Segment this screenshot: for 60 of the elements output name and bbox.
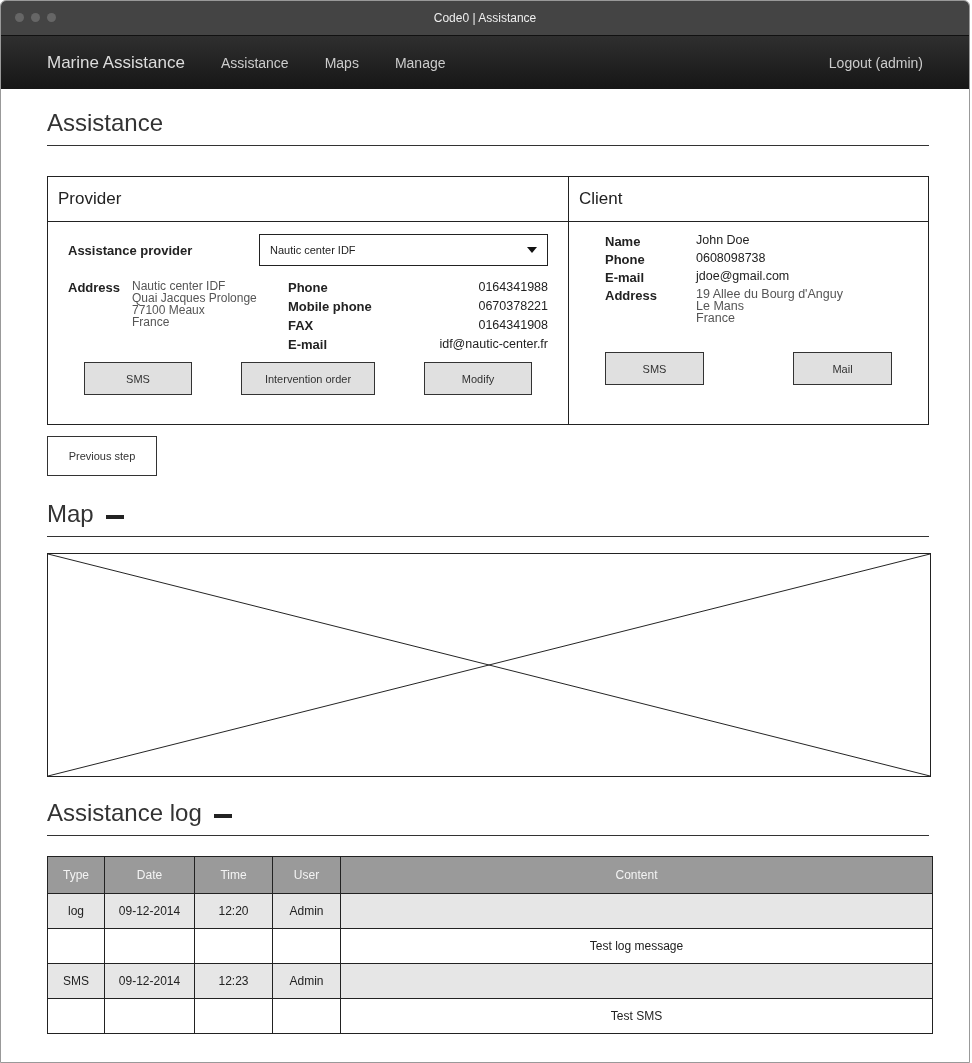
- nav-link[interactable]: Assistance: [220, 54, 289, 71]
- field-label: Phone: [288, 280, 329, 295]
- table-cell: 12:20: [194, 893, 273, 929]
- field-value: 19 Allee du Bourg d'Anguy: [696, 288, 844, 300]
- column-header: Date: [104, 856, 195, 894]
- previous-step-button[interactable]: Previous step: [47, 436, 157, 476]
- table-cell: 09-12-2014: [104, 963, 195, 999]
- table-cell: Test SMS: [340, 998, 933, 1034]
- column-header: Content: [340, 856, 933, 894]
- field-label: E-mail: [605, 270, 645, 285]
- table-cell: 09-12-2014: [104, 893, 195, 929]
- logout-link[interactable]: Logout (admin): [828, 54, 923, 71]
- collapse-icon[interactable]: [213, 814, 232, 818]
- field-value: John Doe: [696, 234, 751, 246]
- field-value: jdoe@gmail.com: [696, 270, 791, 282]
- page-title: Assistance: [47, 109, 164, 137]
- column-header: Type: [47, 856, 105, 894]
- column-header: Time: [194, 856, 273, 894]
- panel-title: Provider: [58, 189, 122, 209]
- field-value: 0164341988: [477, 280, 548, 295]
- field-value: idf@nautic-center.fr: [438, 337, 548, 352]
- field-value: 0164341908: [477, 318, 548, 333]
- address-line: France: [132, 316, 171, 328]
- table-cell: Test log message: [340, 928, 933, 964]
- provider-dropdown[interactable]: Nautic center IDF: [259, 234, 548, 266]
- field-value: Le Mans: [696, 300, 745, 312]
- field-label: Address: [68, 280, 121, 297]
- window-title: Code0 | Assistance: [433, 11, 537, 25]
- table-cell: Admin: [272, 893, 341, 929]
- table-cell: 12:23: [194, 963, 273, 999]
- field-value: 0608098738: [696, 252, 767, 264]
- field-label: FAX: [288, 318, 315, 333]
- field-value: France: [696, 312, 736, 324]
- address-line: Quai Jacques Prolonge: [132, 292, 257, 304]
- action-button[interactable]: SMS: [605, 352, 704, 385]
- field-label: Mobile phone: [288, 299, 372, 314]
- action-button[interactable]: Intervention order: [241, 362, 375, 395]
- address-line: 77100 Meaux: [132, 304, 206, 316]
- caret-icon: [527, 247, 537, 253]
- field-label: Address: [605, 288, 659, 305]
- column-header: User: [272, 856, 341, 894]
- nav-link[interactable]: Manage: [394, 54, 446, 71]
- field-label: Name: [605, 234, 642, 249]
- table-cell: Admin: [272, 963, 341, 999]
- section-title: Assistance log: [47, 799, 202, 827]
- section-title: Map: [47, 500, 94, 528]
- address-line: Nautic center IDF: [132, 280, 227, 292]
- nav-link[interactable]: Maps: [324, 54, 359, 71]
- field-label: E-mail: [288, 337, 328, 352]
- action-button[interactable]: Mail: [793, 352, 892, 385]
- field-label: Assistance provider: [68, 242, 193, 258]
- action-button[interactable]: Modify: [424, 362, 532, 395]
- panel-title: Client: [579, 189, 623, 209]
- brand-link[interactable]: Marine Assistance: [47, 52, 185, 73]
- action-button[interactable]: SMS: [84, 362, 192, 395]
- field-value: 0670378221: [477, 299, 548, 314]
- field-label: Phone: [605, 252, 646, 267]
- table-cell: SMS: [47, 963, 105, 999]
- table-cell: log: [47, 893, 105, 929]
- collapse-icon[interactable]: [105, 515, 124, 519]
